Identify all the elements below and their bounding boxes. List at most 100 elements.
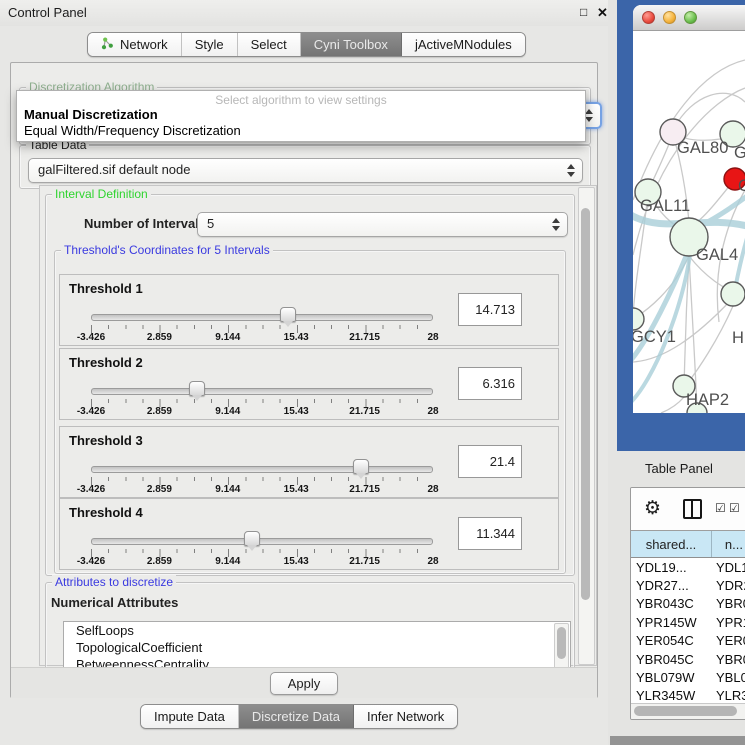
top-tab-bar: Network Style Select Cyni Toolbox jActiv…: [87, 32, 526, 57]
table-row[interactable]: YPR145W YPR1: [631, 613, 745, 631]
tab-network[interactable]: Network: [88, 33, 182, 56]
slider-thumb[interactable]: [189, 381, 205, 396]
table-row[interactable]: YBR043C YBR0: [631, 595, 745, 613]
slider-thumb[interactable]: [280, 307, 296, 322]
threshold-4-value[interactable]: 11.344: [458, 517, 522, 550]
threshold-1-value[interactable]: 14.713: [458, 293, 522, 326]
threshold-4-box: Threshold 4 -3.4262.8599.14415.4321.7152…: [59, 498, 559, 570]
interval-definition-label: Interval Definition: [52, 187, 151, 201]
c-partial-label: C: [738, 177, 745, 195]
threshold-coordinates-label: Threshold's Coordinates for 5 Intervals: [61, 243, 273, 257]
threshold-4-slider[interactable]: [91, 538, 433, 545]
network-window-frame: GAL80 G. C GAL11 GAL4 GCY1 H HAP2: [617, 0, 745, 451]
hap2-label: HAP2: [686, 391, 729, 409]
scale-label: 9.144: [215, 332, 240, 343]
float-window-icon[interactable]: □: [580, 6, 587, 19]
number-of-intervals-combobox[interactable]: 5: [197, 212, 568, 237]
table-row[interactable]: YBL079W YBL0: [631, 668, 745, 686]
table-cell[interactable]: YER0: [716, 633, 745, 648]
table-horizontal-scrollbar[interactable]: [631, 703, 745, 719]
control-panel: Control Panel □ ✕ Network Style Select C…: [0, 0, 608, 745]
columns-icon[interactable]: [683, 499, 702, 519]
table-cell[interactable]: YPR1: [716, 615, 745, 630]
attributes-list-scrollbar[interactable]: [554, 623, 569, 671]
tab-style[interactable]: Style: [182, 33, 238, 56]
dropdown-option-equal-width[interactable]: Equal Width/Frequency Discretization: [17, 123, 585, 139]
zoom-traffic-light[interactable]: [684, 11, 697, 24]
scale-label: 21.715: [349, 556, 380, 567]
table-data-value: galFiltered.sif default node: [38, 162, 190, 177]
attribute-list-item[interactable]: TopologicalCoefficient: [64, 639, 570, 656]
scale-label: 9.144: [215, 484, 240, 495]
checkbox-icon[interactable]: ☑: [729, 501, 740, 515]
threshold-4-label: Threshold 4: [69, 505, 143, 520]
threshold-3-value[interactable]: 21.4: [458, 445, 522, 478]
table-row[interactable]: YBR045C YBR0: [631, 650, 745, 668]
threshold-1-slider[interactable]: [91, 314, 433, 321]
table-cell[interactable]: YBR0: [716, 652, 745, 667]
table-data-combobox[interactable]: galFiltered.sif default node: [28, 158, 583, 183]
table-row[interactable]: YDR27... YDR2: [631, 576, 745, 594]
table-cell[interactable]: YPR145W: [631, 615, 716, 630]
threshold-2-label: Threshold 2: [69, 355, 143, 370]
slider-thumb[interactable]: [353, 459, 369, 474]
table-cell[interactable]: YLR345W: [631, 688, 716, 703]
settings-scroll-area: Interval Definition Number of Intervals …: [39, 185, 597, 666]
close-icon[interactable]: ✕: [597, 6, 608, 19]
slider-scale-labels: -3.4262.8599.14415.4321.71528: [91, 556, 433, 568]
threshold-3-slider[interactable]: [91, 466, 433, 473]
combo-arrows-icon: [585, 108, 593, 123]
table-cell[interactable]: YLR3: [716, 688, 745, 703]
attribute-list-item[interactable]: SelfLoops: [64, 622, 570, 639]
table-cell[interactable]: YBR0: [716, 596, 745, 611]
table-cell[interactable]: YDR27...: [631, 578, 716, 593]
scrollbar-thumb[interactable]: [634, 706, 737, 716]
column-header-name[interactable]: n...: [712, 531, 745, 557]
table-cell[interactable]: YDL1: [716, 560, 745, 575]
column-header-shared-name[interactable]: shared...: [631, 531, 712, 557]
scale-label: -3.426: [77, 484, 105, 495]
apply-button[interactable]: Apply: [270, 672, 338, 695]
table-row[interactable]: YER054C YER0: [631, 632, 745, 650]
tab-jactivemnodules[interactable]: jActiveMNodules: [402, 33, 525, 56]
tab-infer-network[interactable]: Infer Network: [354, 705, 457, 728]
scale-label: -3.426: [77, 556, 105, 567]
network-canvas[interactable]: GAL80 G. C GAL11 GAL4 GCY1 H HAP2: [633, 30, 745, 413]
gcy1-label: GCY1: [633, 328, 676, 346]
tab-impute-data[interactable]: Impute Data: [141, 705, 239, 728]
network-view-window[interactable]: GAL80 G. C GAL11 GAL4 GCY1 H HAP2: [633, 5, 745, 413]
h-node[interactable]: [721, 282, 745, 306]
scrollbar-thumb[interactable]: [581, 208, 590, 600]
table-cell[interactable]: YDR2: [716, 578, 745, 593]
network-window-titlebar[interactable]: [633, 5, 745, 31]
gal4-label: GAL4: [696, 246, 738, 264]
slider-scale-labels: -3.4262.8599.14415.4321.71528: [91, 406, 433, 418]
table-cell[interactable]: YBL079W: [631, 670, 716, 685]
tab-cyni-toolbox[interactable]: Cyni Toolbox: [301, 33, 402, 56]
gear-icon[interactable]: ⚙: [644, 497, 661, 519]
close-traffic-light[interactable]: [642, 11, 655, 24]
checkbox-icon[interactable]: ☑: [715, 501, 726, 515]
slider-thumb[interactable]: [244, 531, 260, 546]
scale-label: -3.426: [77, 406, 105, 417]
dropdown-option-manual[interactable]: Manual Discretization: [17, 107, 585, 123]
table-cell[interactable]: YBR045C: [631, 652, 716, 667]
table-cell[interactable]: YBL0: [716, 670, 745, 685]
settings-scrollbar[interactable]: [578, 187, 595, 665]
tab-select[interactable]: Select: [238, 33, 301, 56]
scale-label: 15.43: [284, 406, 309, 417]
scrollbar-thumb[interactable]: [557, 627, 566, 659]
table-cell[interactable]: YDL19...: [631, 560, 716, 575]
threshold-2-value[interactable]: 6.316: [458, 367, 522, 400]
table-row[interactable]: YDL19... YDL1: [631, 558, 745, 576]
table-row[interactable]: YLR345W YLR3: [631, 687, 745, 703]
minimize-traffic-light[interactable]: [663, 11, 676, 24]
table-cell[interactable]: YER054C: [631, 633, 716, 648]
interval-definition-group: Interval Definition Number of Intervals …: [45, 194, 575, 576]
scale-label: 21.715: [349, 406, 380, 417]
tab-discretize-data[interactable]: Discretize Data: [239, 705, 354, 728]
gal11-label: GAL11: [640, 197, 690, 215]
threshold-2-slider[interactable]: [91, 388, 433, 395]
gcy1-node[interactable]: [633, 308, 644, 330]
table-cell[interactable]: YBR043C: [631, 596, 716, 611]
